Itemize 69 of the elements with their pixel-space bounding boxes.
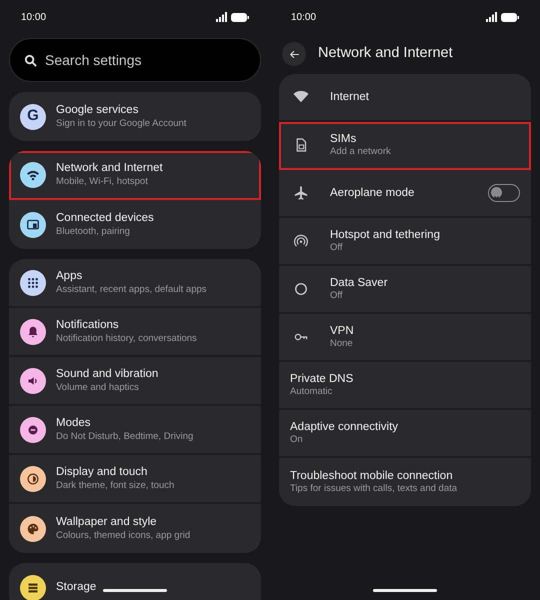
settings-item[interactable]: Display and touch Dark theme, font size, touch xyxy=(9,455,261,504)
item-subtitle: On xyxy=(290,434,304,446)
item-title: Aeroplane mode xyxy=(330,186,414,200)
item-title: Notifications xyxy=(56,318,120,333)
item-title: Troubleshoot mobile connection xyxy=(290,468,454,484)
search-field[interactable]: Search settings xyxy=(9,38,261,82)
item-subtitle: Bluetooth, pairing xyxy=(56,226,131,238)
airplane-icon xyxy=(292,184,310,202)
page-title: Network and Internet xyxy=(318,44,453,64)
back-button[interactable] xyxy=(282,42,306,66)
item-title: SIMs xyxy=(330,132,358,146)
settings-item[interactable]: Sound and vibration Volume and haptics xyxy=(9,357,261,406)
item-subtitle: Tips for issues with calls, texts and data xyxy=(290,483,458,496)
item-subtitle: Dark theme, font size, touch xyxy=(56,480,174,492)
item-subtitle: Do Not Disturb, Bedtime, Driving xyxy=(56,430,194,443)
item-title: Network and Internet xyxy=(56,161,163,176)
status-time: 10:00 xyxy=(21,10,46,24)
settings-item[interactable]: Connected devices Bluetooth, pairing xyxy=(9,200,261,249)
settings-item[interactable]: VPN None xyxy=(279,314,531,362)
item-title: Display and touch xyxy=(56,465,148,480)
settings-item[interactable]: Modes Do Not Disturb, Bedtime, Driving xyxy=(9,406,261,455)
item-title: Adaptive connectivity xyxy=(290,420,398,434)
item-title: Hotspot and tethering xyxy=(330,228,440,242)
settings-item[interactable]: Storage xyxy=(9,563,261,600)
signal-icon xyxy=(486,12,497,22)
item-title: Storage xyxy=(56,580,96,595)
item-title: Google services xyxy=(56,103,140,118)
settings-item[interactable]: Data Saver Off xyxy=(279,266,531,314)
item-title: Connected devices xyxy=(56,211,154,226)
settings-item[interactable]: Notifications Notification history, conversations xyxy=(9,308,261,357)
item-subtitle: Assistant, recent apps, default apps xyxy=(56,284,207,296)
search-icon xyxy=(24,54,37,66)
settings-item[interactable]: Apps Assistant, recent apps, default apps xyxy=(9,259,261,308)
item-title: Sound and vibration xyxy=(56,367,158,382)
status-time: 10:00 xyxy=(291,10,316,24)
item-title: Wallpaper and style xyxy=(56,515,158,530)
item-title: Internet xyxy=(330,90,369,104)
item-subtitle: Add a network xyxy=(330,146,391,158)
item-subtitle: Automatic xyxy=(290,386,334,398)
settings-item[interactable]: Aeroplane mode xyxy=(279,170,531,218)
item-subtitle: Volume and haptics xyxy=(56,382,140,394)
settings-item[interactable]: Adaptive connectivity On xyxy=(279,410,531,458)
item-title: Data Saver xyxy=(330,276,388,290)
search-placeholder: Search settings xyxy=(45,50,142,70)
toggle-switch[interactable] xyxy=(488,184,520,202)
letter-icon: G xyxy=(20,104,46,130)
settings-item[interactable]: Private DNS Automatic xyxy=(279,362,531,410)
item-subtitle: Sign in to your Google Account xyxy=(56,118,186,130)
battery-icon xyxy=(231,12,249,22)
item-title: VPN xyxy=(330,324,354,338)
item-title: Private DNS xyxy=(290,372,354,386)
settings-item[interactable]: Hotspot and tethering Off xyxy=(279,218,531,266)
item-subtitle: Mobile, Wi-Fi, hotspot xyxy=(56,176,149,188)
settings-item[interactable]: G Google services Sign in to your Google Account xyxy=(9,92,261,141)
settings-item[interactable]: Internet xyxy=(279,74,531,122)
item-title: Modes xyxy=(56,416,92,431)
battery-icon xyxy=(501,12,519,22)
signal-icon xyxy=(216,12,227,22)
item-subtitle: Off xyxy=(330,290,344,302)
item-subtitle: None xyxy=(330,338,354,350)
item-subtitle: Off xyxy=(330,242,344,254)
settings-item[interactable]: Network and Internet Mobile, Wi-Fi, hotspot xyxy=(9,151,261,200)
settings-item[interactable]: Troubleshoot mobile connection Tips for issues with calls, texts and data xyxy=(279,458,531,506)
circle-icon xyxy=(292,280,310,298)
item-title: Apps xyxy=(56,269,84,284)
settings-item[interactable]: Wallpaper and style Colours, themed icons, app grid xyxy=(9,504,261,553)
settings-item[interactable]: SIMs Add a network xyxy=(279,122,531,170)
item-subtitle: Notification history, conversations xyxy=(56,332,197,345)
item-subtitle: Colours, themed icons, app grid xyxy=(56,530,190,542)
